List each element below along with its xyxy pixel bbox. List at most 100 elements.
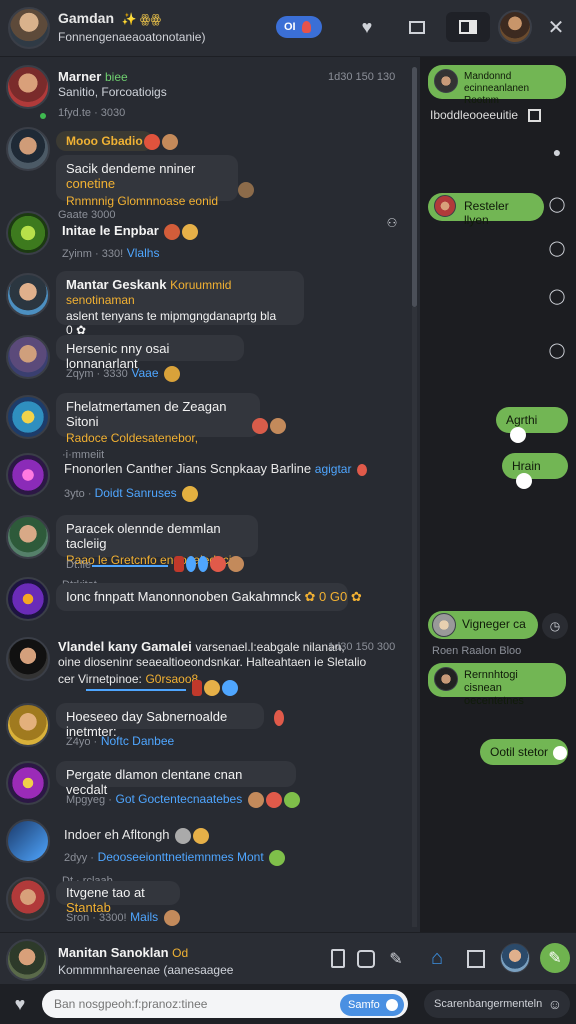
message-item[interactable]: Marner biee Sanitio, Forcoatioigs 1d30 1…	[0, 57, 410, 125]
message-link[interactable]: Deooseeionttnetiemnmes Mont	[98, 850, 264, 864]
chat-bubble-icon[interactable]: ◯	[548, 341, 566, 359]
footer-user-bar: Manitan Sanoklan Od Kommmnhareenae (aane…	[0, 932, 576, 985]
progress-bar	[86, 689, 186, 691]
message-subtext: Sanitio, Forcoatioigs	[58, 85, 167, 99]
avatar	[432, 613, 456, 637]
avatar	[434, 69, 458, 93]
comment-icon[interactable]: ●	[548, 143, 566, 161]
reply-bubble[interactable]: Ootil stetor	[480, 739, 568, 765]
message-item[interactable]: Dtrkitot Ionc fnnpatt Manonnonoben Gakah…	[0, 577, 410, 637]
timestamp: 1d30 150 130	[328, 71, 396, 83]
online-indicator	[40, 113, 46, 119]
user-status: Kommmnhareenae (aanesaagee	[58, 963, 234, 977]
reply-bubble[interactable]: Vigneger ca	[428, 611, 538, 639]
chat-bubble-icon[interactable]: ◯	[548, 239, 566, 257]
meta-text: 1fyd.te · 3030	[58, 107, 126, 119]
emoji-icon	[553, 745, 568, 760]
message-link[interactable]: Vlalhs	[127, 246, 160, 260]
scrollbar[interactable]	[412, 67, 417, 307]
avatar	[6, 637, 50, 681]
message-link[interactable]: Doidt Sanruses	[95, 486, 177, 500]
group-subtitle: Fonnengenaeaoatonotanie)	[58, 30, 206, 44]
message-bubble: Sacik dendeme nniner conetine Rnmnnig Gl…	[56, 155, 238, 208]
header-pill-button[interactable]: OI	[276, 16, 322, 38]
group-avatar[interactable]	[8, 7, 50, 49]
message-item[interactable]: Vlandel kany Gamalei varsenael.l:eabgale…	[0, 637, 410, 703]
reaction-icon	[172, 555, 244, 572]
avatar	[434, 195, 456, 217]
panel-label: Iboddleooeeuitie	[430, 108, 519, 122]
pre-label: Gaate 3000	[58, 209, 116, 221]
chat-pane: Marner biee Sanitio, Forcoatioigs 1d30 1…	[0, 57, 420, 932]
reaction-icon	[236, 181, 254, 198]
profile-avatar[interactable]	[498, 10, 532, 44]
avatar	[6, 65, 50, 109]
message-link[interactable]: Mails	[130, 910, 158, 924]
user-name: Manitan Sanoklan	[58, 945, 169, 960]
add-icon[interactable]: ✎	[540, 943, 570, 973]
message-bubble: Ionc fnnpatt Manonnonoben Gakahmnck ✿ 0 …	[56, 583, 362, 611]
name-suffix: biee	[104, 70, 128, 84]
message-bubble: Mantar Geskank Koruummid senotinaman asl…	[56, 271, 304, 337]
message-item[interactable]: ·i·mmeiit Fnonorlen Canther Jians Scnpka…	[0, 449, 410, 515]
message-link[interactable]: Noftc Danbee	[101, 734, 174, 748]
message-item[interactable]: Mooo Gbadio Sacik dendeme nniner conetin…	[0, 125, 410, 208]
phone-icon[interactable]	[330, 948, 346, 968]
message-item[interactable]: Fhelatmertamen de Zeagan Sitoni Radoce C…	[0, 393, 410, 453]
message-bubble: Itvgene tao at Stantab	[56, 881, 180, 915]
message-item[interactable]: Hoeseeo day Sabnernoalde inetmter: Z4yo …	[0, 703, 410, 761]
avatar	[6, 211, 50, 255]
avatar	[6, 577, 50, 621]
avatar	[6, 335, 50, 379]
edit-icon[interactable]: ✎	[386, 949, 406, 969]
copy-icon[interactable]	[527, 109, 541, 123]
avatar[interactable]	[6, 939, 48, 981]
reaction-icon	[250, 417, 286, 434]
heart-icon[interactable]: ♥	[356, 16, 378, 38]
people-icon[interactable]: ⚇	[384, 215, 400, 231]
clock-icon[interactable]: ◷	[542, 613, 568, 639]
avatar	[6, 877, 50, 921]
chat-bubble-icon[interactable]: ◯	[548, 195, 566, 213]
heart-icon[interactable]: ♥	[8, 992, 32, 1016]
message-item[interactable]: Mantar Geskank Koruummid senotinaman asl…	[0, 271, 410, 337]
sender-name: Initae le Enpbar	[62, 223, 159, 238]
meta-text: Roen Raalon Bloo	[432, 645, 522, 657]
avatar	[6, 761, 50, 805]
reply-bubble[interactable]: Hrain	[502, 453, 568, 489]
title-badge: ✨ ꙮꙮ	[121, 12, 162, 26]
message-link[interactable]: Got Goctentecnaatebes	[115, 792, 242, 806]
message-link[interactable]: Vaae	[131, 366, 158, 380]
split-view-icon	[459, 20, 477, 34]
reaction-icon	[272, 709, 284, 726]
message-item[interactable]: Dt · rclaab Itvgene tao at Stantab Sron …	[0, 875, 410, 931]
timestamp: 1d30 150 300	[328, 641, 396, 653]
pre-label: ·i·mmeiit	[62, 449, 105, 461]
search-field[interactable]: Scarenbangermenteln ☺	[424, 990, 570, 1018]
avatar	[6, 703, 50, 747]
reaction-icon	[142, 133, 178, 150]
message-item[interactable]: Pergate dlamon clentane cnan vecdalt Mpg…	[0, 761, 410, 819]
emoji-icon[interactable]	[356, 949, 376, 969]
search-icon[interactable]: ◯	[548, 287, 566, 305]
reply-bubble[interactable]: Agrthi	[496, 407, 568, 443]
close-icon[interactable]: ✕	[544, 15, 568, 39]
message-bubble: Paracek olennde demmlan tacleiig Raao le…	[56, 515, 258, 567]
message-item[interactable]: Gaate 3000 Initae le Enpbar Zyinm · 330!…	[0, 205, 410, 271]
message-item[interactable]: Paracek olennde demmlan tacleiig Raao le…	[0, 515, 410, 577]
pinned-bubble[interactable]: Mandonnd ecinneanlanen Rootnm	[428, 65, 566, 106]
image-icon[interactable]	[466, 949, 486, 969]
message-item[interactable]: Hersenic nny osai lonnanarlant Zqym · 33…	[0, 333, 410, 393]
reply-bubble[interactable]: Rernnhtogi cisnean oecentetnes	[428, 663, 566, 707]
home-icon[interactable]: ⌂	[426, 947, 448, 969]
send-button[interactable]: Samfo	[340, 994, 404, 1016]
sender-name: Indoer eh Afltongh	[64, 827, 170, 842]
message-item[interactable]: Indoer eh Afltongh 2dyy · Deooseeionttne…	[0, 819, 410, 875]
avatar[interactable]	[500, 943, 530, 973]
avatar	[6, 453, 50, 497]
split-view-button[interactable]	[446, 12, 490, 42]
group-title[interactable]: Gamdan ✨ ꙮꙮ	[58, 10, 161, 26]
reply-bubble[interactable]: Resteler llyen	[428, 193, 544, 227]
avatar	[434, 667, 458, 691]
window-icon[interactable]	[406, 16, 428, 38]
